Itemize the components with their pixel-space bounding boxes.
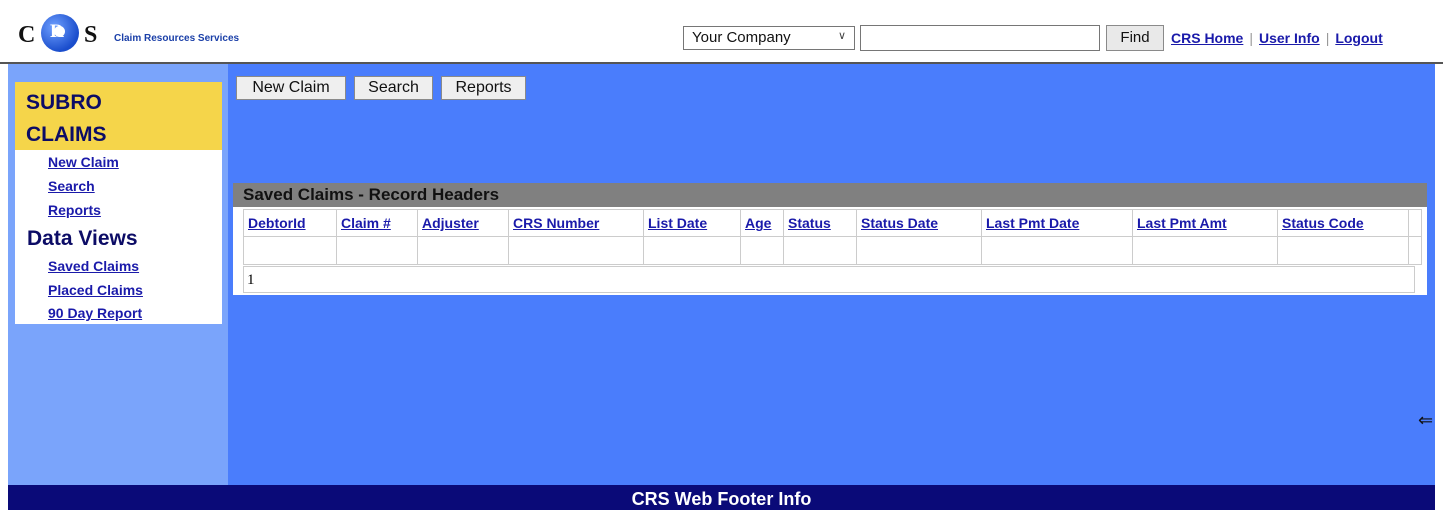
subro-heading-line2: CLAIMS (26, 123, 107, 146)
sidebar-new-claim-link[interactable]: New Claim (48, 154, 119, 170)
table-cell (643, 236, 741, 265)
sidebar-90-day-report-link[interactable]: 90 Day Report (48, 305, 142, 321)
table-cell (417, 236, 509, 265)
table-header-row: DebtorId Claim # Adjuster CRS Number Lis… (243, 209, 1422, 237)
subro-heading-line1: SUBRO (26, 91, 102, 114)
table-cell (336, 236, 418, 265)
table-cell (1277, 236, 1409, 265)
column-header-claim-number[interactable]: Claim # (336, 209, 418, 237)
data-views-heading: Data Views (27, 227, 138, 250)
column-header-last-pmt-date[interactable]: Last Pmt Date (981, 209, 1133, 237)
find-input[interactable] (860, 25, 1100, 51)
column-header-age[interactable]: Age (740, 209, 784, 237)
subro-claims-heading: SUBRO CLAIMS (15, 82, 222, 150)
brand-name: Claim Resources Services (114, 33, 240, 44)
saved-claims-panel: Saved Claims - Record Headers DebtorId C… (233, 183, 1427, 295)
pager-row: 1 (243, 266, 1415, 293)
column-header-adjuster[interactable]: Adjuster (417, 209, 509, 237)
reports-button[interactable]: Reports (441, 76, 526, 100)
logo-letter-s: S (84, 22, 98, 48)
sidebar-reports-link[interactable]: Reports (48, 202, 101, 218)
company-select-value: Your Company (692, 29, 791, 46)
chevron-down-icon: ∨ (837, 30, 846, 42)
footer-bar: CRS Web Footer Info (8, 485, 1435, 510)
table-cell (740, 236, 784, 265)
page-margin-right (1435, 64, 1443, 510)
sidebar-search-link[interactable]: Search (48, 178, 95, 194)
saved-claims-table: DebtorId Claim # Adjuster CRS Number Lis… (243, 209, 1422, 265)
column-header-debtorid[interactable]: DebtorId (243, 209, 337, 237)
resize-cursor-icon: ⇐ (1418, 410, 1434, 430)
table-cell (783, 236, 857, 265)
search-button[interactable]: Search (354, 76, 433, 100)
table-cell (1408, 236, 1422, 265)
table-cell (243, 236, 337, 265)
pager-page-1[interactable]: 1 (247, 272, 255, 288)
saved-claims-title: Saved Claims - Record Headers (233, 183, 1427, 207)
top-links: CRS Home | User Info | Logout (1171, 30, 1383, 46)
footer-text: CRS Web Footer Info (631, 489, 812, 509)
table-cell (1132, 236, 1278, 265)
column-header-extra (1408, 209, 1422, 237)
user-info-link[interactable]: User Info (1259, 30, 1320, 46)
table-cell (856, 236, 982, 265)
column-header-last-pmt-amt[interactable]: Last Pmt Amt (1132, 209, 1278, 237)
column-header-list-date[interactable]: List Date (643, 209, 741, 237)
new-claim-button[interactable]: New Claim (236, 76, 346, 100)
sidebar-placed-claims-link[interactable]: Placed Claims (48, 282, 143, 298)
table-cell (508, 236, 644, 265)
crs-logo[interactable]: C R S (18, 14, 108, 58)
logout-link[interactable]: Logout (1335, 30, 1382, 46)
company-select[interactable]: Your Company ∨ (683, 26, 855, 50)
table-cell (981, 236, 1133, 265)
link-separator: | (1325, 30, 1330, 46)
table-row (243, 236, 1422, 265)
column-header-status-code[interactable]: Status Code (1277, 209, 1409, 237)
logo-letter-c: C (18, 22, 36, 48)
logo-letter-r: R (50, 21, 64, 42)
column-header-status[interactable]: Status (783, 209, 857, 237)
find-button[interactable]: Find (1106, 25, 1164, 51)
crs-home-link[interactable]: CRS Home (1171, 30, 1243, 46)
page-margin-left (0, 64, 8, 510)
column-header-status-date[interactable]: Status Date (856, 209, 982, 237)
column-header-crs-number[interactable]: CRS Number (508, 209, 644, 237)
header-bar: C R S Claim Resources Services Your Comp… (0, 0, 1443, 64)
sidebar-saved-claims-link[interactable]: Saved Claims (48, 258, 139, 274)
link-separator: | (1249, 30, 1253, 46)
